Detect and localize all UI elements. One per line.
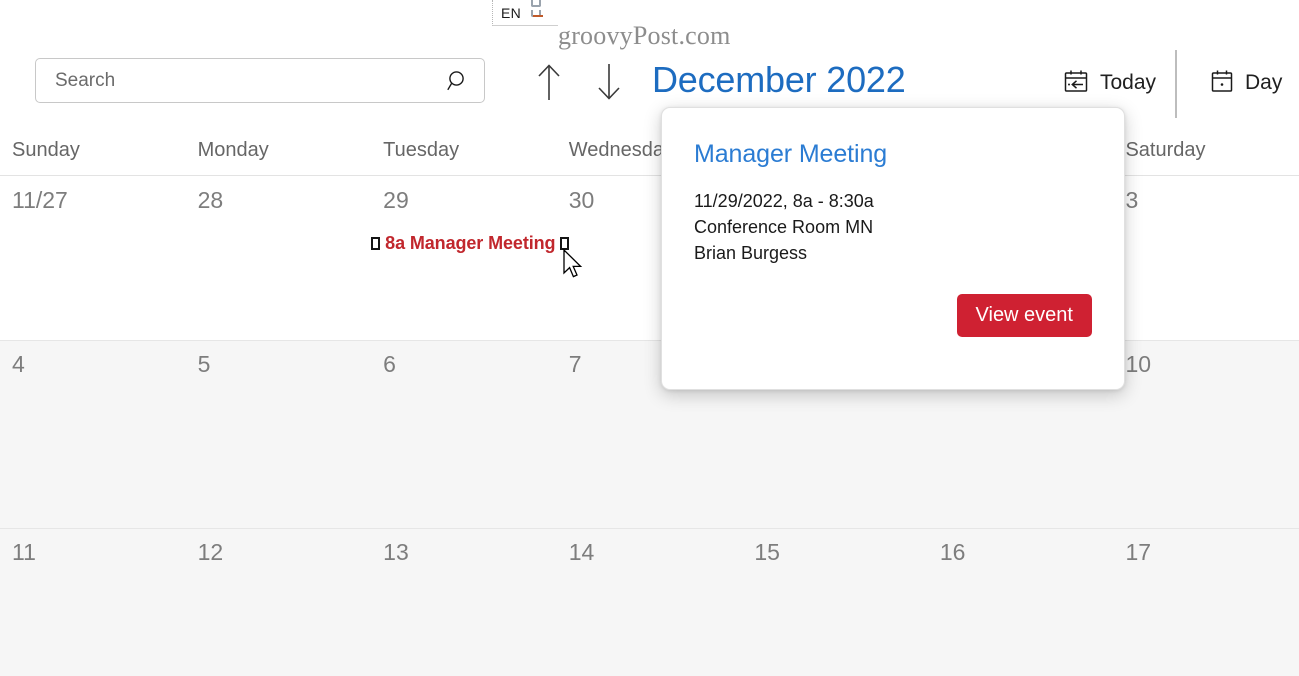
- day-number: 14: [568, 539, 595, 565]
- popup-event-organizer: Brian Burgess: [694, 243, 808, 263]
- day-number: 16: [939, 539, 966, 565]
- day-cell[interactable]: 3: [1113, 177, 1299, 340]
- today-button[interactable]: Today: [1062, 64, 1156, 102]
- day-number: 29: [383, 187, 409, 213]
- day-cell[interactable]: 6: [371, 341, 557, 528]
- ime-language-label: EN: [501, 4, 522, 21]
- day-number: 6: [383, 351, 396, 377]
- day-number: 17: [1125, 539, 1152, 565]
- popup-event-title[interactable]: Manager Meeting: [694, 140, 1092, 169]
- weekday-header-monday: Monday: [197, 139, 269, 161]
- day-cell[interactable]: 17: [1113, 529, 1299, 676]
- day-cell[interactable]: 28: [186, 177, 372, 340]
- day-view-button-label: Day: [1245, 71, 1283, 94]
- day-cell[interactable]: 14: [557, 529, 743, 676]
- calendar-today-icon: [1062, 67, 1090, 100]
- event-detail-popup: Manager Meeting 11/29/2022, 8a - 8:30a C…: [661, 107, 1125, 390]
- weekday-header-sunday: Sunday: [12, 139, 80, 161]
- day-number: 11: [12, 539, 36, 565]
- day-number: 4: [12, 351, 25, 377]
- event-marker-start-icon: [371, 237, 381, 250]
- week-row: 11 12 13 14 15 16 17: [0, 529, 1299, 676]
- calendar-app: EN groovyPost.com Search December 2022 T…: [0, 0, 1299, 676]
- watermark-text: groovyPost.com: [558, 21, 731, 50]
- today-button-label: Today: [1100, 71, 1157, 94]
- day-cell[interactable]: 13: [371, 529, 557, 676]
- ime-mode-icon: [530, 0, 544, 21]
- day-view-button[interactable]: Day: [1208, 64, 1282, 102]
- calendar-event-manager-meeting[interactable]: 8a Manager Meeting: [371, 233, 570, 254]
- day-number: 11/27: [12, 187, 68, 213]
- day-cell[interactable]: 11: [0, 529, 186, 676]
- popup-event-datetime: 11/29/2022, 8a - 8:30a: [694, 191, 874, 211]
- event-title: 8a Manager Meeting: [385, 233, 556, 253]
- month-title[interactable]: December 2022: [652, 59, 906, 101]
- day-number: 13: [383, 539, 409, 565]
- day-cell[interactable]: 15: [742, 529, 928, 676]
- day-number: 5: [197, 351, 211, 377]
- day-number: 10: [1125, 351, 1152, 377]
- day-cell[interactable]: 12: [186, 529, 372, 676]
- weekday-header-tuesday: Tuesday: [383, 139, 460, 161]
- day-cell[interactable]: 10: [1113, 341, 1299, 528]
- popup-event-location: Conference Room MN: [694, 217, 874, 237]
- day-cell[interactable]: 16: [928, 529, 1114, 676]
- day-cell[interactable]: 29 8a Manager Meeting: [371, 177, 570, 340]
- view-event-button[interactable]: View event: [956, 294, 1092, 337]
- day-cell[interactable]: 4: [0, 341, 186, 528]
- day-number: 28: [197, 187, 224, 213]
- day-cell[interactable]: 5: [186, 341, 372, 528]
- calendar-day-icon: [1208, 67, 1236, 100]
- day-number: 12: [197, 539, 224, 565]
- day-cell[interactable]: 11/27: [0, 177, 186, 340]
- ime-language-indicator[interactable]: EN: [492, 0, 558, 26]
- search-box[interactable]: [35, 58, 485, 103]
- search-icon[interactable]: [446, 69, 470, 93]
- toolbar-divider: [1175, 50, 1177, 118]
- day-number: 15: [754, 539, 780, 565]
- next-month-button[interactable]: [592, 60, 626, 104]
- previous-month-button[interactable]: [532, 60, 566, 104]
- search-input[interactable]: [55, 69, 446, 92]
- weekday-header-saturday: Saturday: [1125, 139, 1206, 161]
- day-number: 3: [1125, 187, 1139, 213]
